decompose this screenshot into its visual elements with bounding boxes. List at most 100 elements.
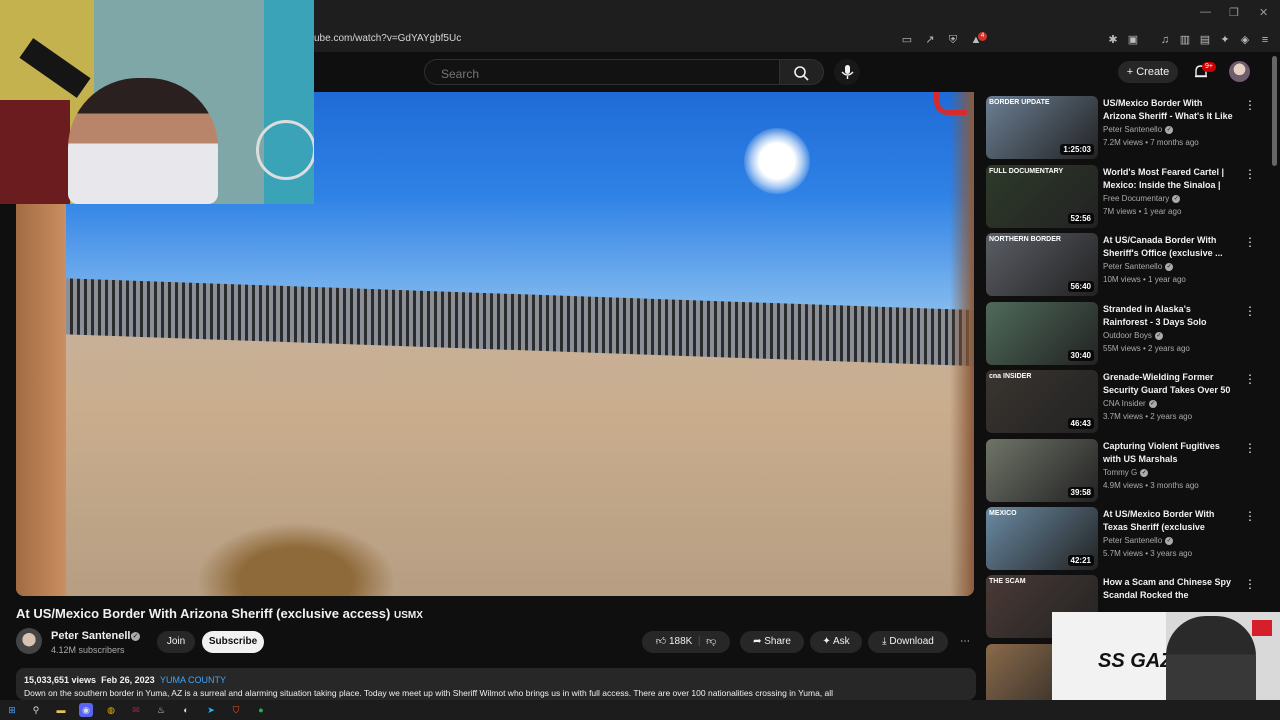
shield-icon[interactable]: ⛨ xyxy=(946,33,960,47)
video-thumbnail[interactable]: BORDER UPDATE 1:25:03 xyxy=(986,96,1098,159)
more-vertical-icon[interactable]: ⋮ xyxy=(1244,235,1256,249)
mail-icon[interactable]: ✉ xyxy=(129,703,143,717)
recommendation-channel[interactable]: Outdoor Boys ✓ xyxy=(1103,331,1163,340)
sparkle-icon: ✦ xyxy=(822,636,833,647)
more-vertical-icon[interactable]: ⋮ xyxy=(1244,372,1256,386)
wallet-icon[interactable]: ▤ xyxy=(1198,33,1212,47)
video-thumbnail[interactable]: cna INSIDER 46:43 xyxy=(986,370,1098,433)
recommendation-title[interactable]: US/Mexico Border With Arizona Sheriff - … xyxy=(1103,97,1235,123)
close-icon[interactable]: ✕ xyxy=(1259,6,1268,19)
recommendation-item[interactable]: cna INSIDER 46:43 Grenade-Wielding Former … xyxy=(986,370,1256,434)
dislike-button[interactable]: 👎︎ xyxy=(706,636,716,647)
recommendation-item[interactable]: 39:58 Capturing Violent Fugitives with US… xyxy=(986,439,1256,503)
maximize-icon[interactable]: ❐ xyxy=(1229,6,1239,19)
recommendation-channel[interactable]: Peter Santenello ✓ xyxy=(1103,262,1174,271)
ask-button[interactable]: ✦ Ask xyxy=(810,631,862,653)
search-button[interactable] xyxy=(780,59,824,85)
ai-icon[interactable]: ✦ xyxy=(1218,33,1232,47)
spotify-icon[interactable]: ● xyxy=(254,703,268,717)
share-button[interactable]: ➦ Share xyxy=(740,631,804,653)
discord-icon[interactable]: ◉ xyxy=(79,703,93,717)
channel-watermark-icon xyxy=(934,92,967,115)
join-button[interactable]: Join xyxy=(157,631,195,653)
account-avatar[interactable] xyxy=(1229,61,1250,82)
chrome-icon[interactable]: ◍ xyxy=(104,703,118,717)
screenshot-icon[interactable]: ▣ xyxy=(1126,33,1140,47)
duration-badge: 30:40 xyxy=(1067,350,1094,361)
more-vertical-icon[interactable]: ⋮ xyxy=(1244,167,1256,181)
menu-icon[interactable]: ≡ xyxy=(1258,33,1272,47)
create-button[interactable]: + Create xyxy=(1118,61,1178,83)
recommendation-title[interactable]: At US/Canada Border With Sheriff's Offic… xyxy=(1103,234,1235,260)
thumbnail-label: NORTHERN BORDER xyxy=(989,236,1061,243)
channel-name[interactable]: Peter Santenello xyxy=(51,630,137,642)
verified-icon: ✓ xyxy=(1154,331,1163,340)
minimize-icon[interactable]: — xyxy=(1200,6,1211,18)
streamer-photo xyxy=(1166,616,1256,712)
recommendation-channel[interactable]: Peter Santenello ✓ xyxy=(1103,125,1174,134)
video-thumbnail[interactable]: NORTHERN BORDER 56:40 xyxy=(986,233,1098,296)
cast-icon[interactable]: ▭ xyxy=(900,33,914,47)
more-vertical-icon[interactable]: ⋮ xyxy=(1244,98,1256,112)
url-text[interactable]: ube.com/watch?v=GdYAYgbf5Uc xyxy=(314,33,461,44)
recommendation-title[interactable]: How a Scam and Chinese Spy Scandal Rocke… xyxy=(1103,576,1235,602)
recommendation-meta: 4.9M views • 3 months ago xyxy=(1103,481,1199,490)
video-thumbnail[interactable]: 39:58 xyxy=(986,439,1098,502)
search-taskbar-icon[interactable]: ⚲ xyxy=(29,703,43,717)
video-thumbnail[interactable]: 30:40 xyxy=(986,302,1098,365)
more-vertical-icon[interactable]: ⋮ xyxy=(1244,441,1256,455)
sidebar-icon[interactable]: ▥ xyxy=(1178,33,1192,47)
subscribe-button[interactable]: Subscribe xyxy=(202,631,264,653)
recommendation-title[interactable]: World's Most Feared Cartel | Mexico: Ins… xyxy=(1103,166,1235,192)
recommendation-item[interactable]: NORTHERN BORDER 56:40 At US/Canada Border … xyxy=(986,233,1256,297)
share-page-icon[interactable]: ↗ xyxy=(923,33,937,47)
extensions-icon[interactable]: ✱ xyxy=(1106,33,1120,47)
app-icon[interactable]: ◐ xyxy=(179,703,193,717)
file-explorer-icon[interactable]: ▬ xyxy=(54,703,68,717)
download-button[interactable]: ⤓ Download xyxy=(868,631,948,653)
verified-icon: ✓ xyxy=(1165,262,1174,271)
video-title-suffix: USMX xyxy=(393,610,423,621)
recommendation-title[interactable]: Grenade-Wielding Former Security Guard T… xyxy=(1103,371,1235,397)
like-button[interactable]: 👍︎ 188K xyxy=(656,636,693,647)
search-input[interactable] xyxy=(439,66,773,82)
video-title-text: At US/Mexico Border With Arizona Sheriff… xyxy=(16,606,391,621)
recommendation-channel[interactable]: Tommy G ✓ xyxy=(1103,468,1149,477)
more-vertical-icon[interactable]: ⋮ xyxy=(1244,304,1256,318)
verified-icon: ✓ xyxy=(1165,536,1174,545)
more-horizontal-icon: ⋯ xyxy=(960,636,970,647)
brave-icon[interactable]: ⛉ xyxy=(229,703,243,717)
video-thumbnail[interactable]: FULL DOCUMENTARY 52:56 xyxy=(986,165,1098,228)
vpn-icon[interactable]: ◈ xyxy=(1238,33,1252,47)
recommendation-channel[interactable]: CNA Insider ✓ xyxy=(1103,399,1157,408)
recommendation-title[interactable]: Stranded in Alaska's Rainforest - 3 Days… xyxy=(1103,303,1235,329)
recommendation-channel[interactable]: Free Documentary ✓ xyxy=(1103,194,1181,203)
recommendation-item[interactable]: BORDER UPDATE 1:25:03 US/Mexico Border Wit… xyxy=(986,96,1256,160)
recommendation-item[interactable]: MEXICO 42:21 At US/Mexico Border With Texa… xyxy=(986,507,1256,571)
thumbnail-label: cna INSIDER xyxy=(989,373,1032,380)
channel-avatar[interactable] xyxy=(16,628,42,654)
recommendation-item[interactable]: FULL DOCUMENTARY 52:56 World's Most Feared… xyxy=(986,165,1256,229)
more-vertical-icon[interactable]: ⋮ xyxy=(1244,509,1256,523)
recommendation-channel[interactable]: Peter Santenello ✓ xyxy=(1103,536,1174,545)
recommendation-title[interactable]: Capturing Violent Fugitives with US Mars… xyxy=(1103,440,1235,466)
duration-badge: 42:21 xyxy=(1067,555,1094,566)
search-box[interactable] xyxy=(424,59,780,85)
recommendation-title[interactable]: At US/Mexico Border With Texas Sheriff (… xyxy=(1103,508,1235,534)
video-frame-bush xyxy=(196,522,396,596)
more-actions-button[interactable]: ⋯ xyxy=(954,631,976,653)
thumbnail-label: THE SCAM xyxy=(989,578,1026,585)
verified-icon: ✓ xyxy=(1140,468,1149,477)
voice-search-button[interactable] xyxy=(834,59,860,85)
telegram-icon[interactable]: ➤ xyxy=(204,703,218,717)
music-icon[interactable]: ♫ xyxy=(1158,33,1172,47)
location-tag[interactable]: YUMA COUNTY xyxy=(160,675,226,685)
recommendation-item[interactable]: 30:40 Stranded in Alaska's Rainforest - 3… xyxy=(986,302,1256,366)
steam-icon[interactable]: ♨ xyxy=(154,703,168,717)
scrollbar[interactable] xyxy=(1272,56,1277,166)
windows-start-icon[interactable]: ⊞ xyxy=(5,703,19,717)
more-vertical-icon[interactable]: ⋮ xyxy=(1244,577,1256,591)
recommendation-channel-name: Peter Santenello xyxy=(1103,536,1163,545)
video-thumbnail[interactable]: MEXICO 42:21 xyxy=(986,507,1098,570)
webcam-chair xyxy=(0,100,70,204)
